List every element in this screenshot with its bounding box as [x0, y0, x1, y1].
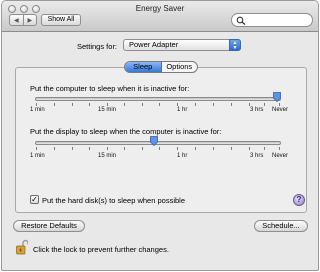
slider-tick-mark [177, 147, 178, 150]
slider-tick-mark [159, 103, 160, 106]
settings-for-label: Settings for: [77, 42, 118, 51]
search-icon [236, 16, 246, 25]
slider-tick-mark [231, 103, 232, 106]
slider-tick-mark [195, 103, 196, 106]
forward-arrow-icon: ▶ [27, 17, 33, 24]
show-all-button[interactable]: Show All [41, 14, 81, 26]
display-tick-label-never: Never [272, 153, 289, 159]
slider-tick-mark [279, 103, 280, 106]
hard-disk-sleep-label: Put the hard disk(s) to sleep when possi… [42, 196, 185, 205]
settings-for-popup[interactable]: Power Adapter ▲ ▼ [123, 39, 241, 51]
navigation-buttons: ◀ ▶ [9, 14, 37, 26]
search-input[interactable] [231, 13, 313, 27]
help-button[interactable]: ? [293, 194, 305, 206]
slider-tick-mark [72, 103, 73, 106]
slider-tick-mark [213, 103, 214, 106]
display-tick-label-1hr: 1 hr [177, 153, 188, 159]
slider-tick-mark [142, 103, 143, 106]
slider-tick-mark [54, 147, 55, 150]
back-button[interactable]: ◀ [10, 15, 23, 25]
hard-disk-sleep-checkbox[interactable]: ✓ [30, 195, 39, 204]
slider-tick-mark [124, 147, 125, 150]
slider-tick-mark [36, 147, 37, 150]
slider-tick-mark [177, 103, 178, 106]
title-bar: Energy Saver ◀ ▶ Show All [2, 1, 318, 32]
computer-sleep-slider-track[interactable] [35, 97, 281, 101]
computer-tick-label-3hrs: 3 hrs [250, 107, 264, 113]
slider-tick-mark [159, 147, 160, 150]
slider-tick-mark [264, 103, 265, 106]
energy-saver-window: Energy Saver ◀ ▶ Show All Settings for: … [1, 0, 319, 271]
tab-sleep[interactable]: Sleep [125, 62, 162, 72]
display-sleep-slider-track[interactable] [35, 141, 281, 145]
slider-tick-mark [249, 103, 250, 106]
lock-message: Click the lock to prevent further change… [33, 245, 169, 254]
forward-button[interactable]: ▶ [22, 15, 37, 25]
computer-tick-label-1min: 1 min [30, 107, 45, 113]
display-tick-label-3hrs: 3 hrs [250, 153, 264, 159]
tab-options[interactable]: Options [162, 62, 198, 72]
computer-tick-label-never: Never [272, 107, 289, 113]
slider-tick-mark [89, 103, 90, 106]
display-tick-label-15min: 15 min [98, 153, 117, 159]
back-arrow-icon: ◀ [13, 17, 19, 24]
slider-tick-mark [249, 147, 250, 150]
slider-tick-mark [54, 103, 55, 106]
computer-tick-label-15min: 15 min [98, 107, 117, 113]
slider-tick-mark [89, 147, 90, 150]
slider-tick-mark [142, 147, 143, 150]
slider-tick-mark [107, 103, 108, 106]
slider-tick-mark [107, 147, 108, 150]
computer-tick-label-1hr: 1 hr [177, 107, 188, 113]
tab-bar: Sleep Options [124, 61, 198, 73]
slider-tick-mark [213, 147, 214, 150]
slider-tick-mark [195, 147, 196, 150]
window-title: Energy Saver [135, 4, 185, 13]
slider-thumb-icon [273, 92, 281, 102]
computer-sleep-label: Put the computer to sleep when it is ina… [30, 84, 190, 93]
unlocked-lock-icon[interactable] [16, 239, 28, 255]
schedule-button[interactable]: Schedule... [254, 220, 308, 232]
slider-tick-mark [264, 147, 265, 150]
slider-tick-mark [72, 147, 73, 150]
slider-tick-mark [124, 103, 125, 106]
display-sleep-label: Put the display to sleep when the comput… [30, 127, 222, 136]
restore-defaults-button[interactable]: Restore Defaults [13, 220, 85, 232]
computer-sleep-slider-thumb[interactable] [273, 92, 281, 102]
slider-tick-mark [231, 147, 232, 150]
slider-thumb-icon [150, 136, 158, 146]
slider-tick-mark [36, 103, 37, 106]
slider-tick-mark [279, 147, 280, 150]
settings-for-value: Power Adapter [129, 40, 179, 49]
popup-arrows-icon: ▲ ▼ [229, 39, 241, 51]
display-tick-label-1min: 1 min [30, 153, 45, 159]
display-sleep-slider-thumb[interactable] [150, 136, 158, 146]
